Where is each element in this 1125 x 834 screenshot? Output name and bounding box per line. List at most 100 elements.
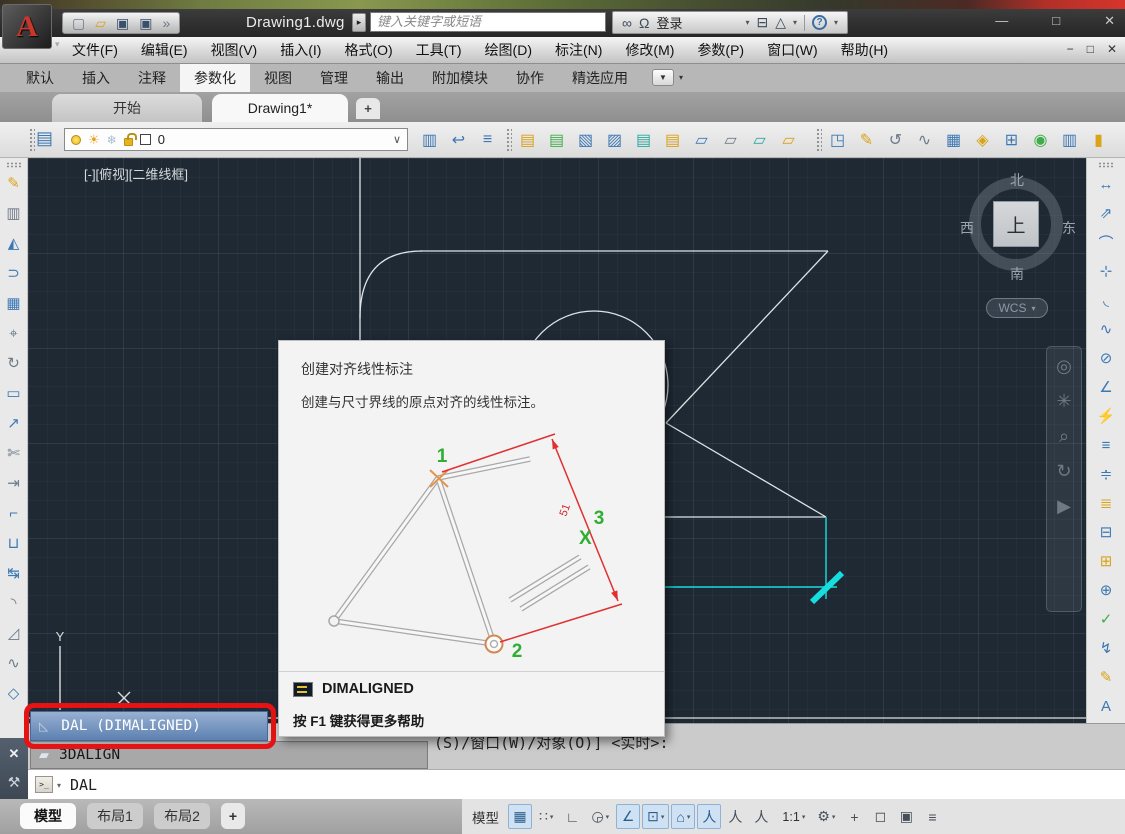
menu-dimension[interactable]: 标注(N) [555, 40, 602, 60]
chevron-down-icon[interactable]: ▾ [55, 39, 60, 50]
annotation-visibility-icon[interactable]: 人 [697, 804, 721, 829]
close-icon[interactable]: ✕ [9, 746, 20, 762]
menu-insert[interactable]: 插入(I) [280, 40, 321, 60]
menu-modify[interactable]: 修改(M) [625, 40, 674, 60]
trim-icon[interactable]: ✄ [2, 441, 26, 465]
doc-close-button[interactable]: ✕ [1107, 42, 1117, 56]
layer-isolate-icon[interactable]: ▤ [514, 126, 541, 153]
stretch-icon[interactable]: ↗ [2, 411, 26, 435]
toolbar-grip[interactable] [816, 128, 822, 152]
showmotion-icon[interactable]: ▶ [1057, 497, 1071, 515]
tab-parametric[interactable]: 参数化 [180, 64, 250, 92]
menu-view[interactable]: 视图(V) [211, 40, 258, 60]
scale-icon[interactable]: ▭ [2, 381, 26, 405]
menu-parametric[interactable]: 参数(P) [697, 40, 744, 60]
wcs-dropdown[interactable]: WCS ▾ [986, 298, 1048, 318]
edit-polyline-icon[interactable]: ✎ [853, 126, 880, 153]
clean-screen-icon[interactable]: ▣ [894, 804, 918, 829]
full-navigation-wheel-icon[interactable]: ◎ [1056, 357, 1072, 375]
viewcube-west[interactable]: 西 [960, 218, 974, 238]
viewcube-south[interactable]: 南 [952, 264, 1082, 284]
doc-restore-button[interactable]: □ [1087, 42, 1094, 56]
doc-minimize-button[interactable]: − [1067, 42, 1074, 56]
copy-objects-new-layer-icon[interactable]: ▱ [775, 126, 802, 153]
polar-tracking-icon[interactable]: ◶▾ [586, 804, 614, 829]
new-layout-button[interactable]: + [221, 803, 245, 829]
viewcube-east[interactable]: 东 [1062, 218, 1076, 238]
viewcube[interactable]: 北 南 西 东 上 [952, 164, 1082, 296]
edit-spline-icon[interactable]: ∿ [911, 126, 938, 153]
model-space-label[interactable]: 模型 [472, 807, 499, 827]
open-folder-icon[interactable]: ▱ [95, 15, 106, 32]
extend-icon[interactable]: ⇥ [2, 471, 26, 495]
tab-layout2[interactable]: 布局2 [154, 803, 210, 829]
tab-addins[interactable]: 附加模块 [418, 64, 502, 92]
dim-edit-icon[interactable]: ✎ [1091, 664, 1121, 690]
dim-ordinate-icon[interactable]: ⊹ [1091, 258, 1121, 284]
spline-icon[interactable]: ∿ [2, 651, 26, 675]
dim-text-edit-icon[interactable]: A [1091, 693, 1121, 719]
more-commands-icon[interactable]: » [162, 15, 170, 31]
toolbar-grip[interactable] [1098, 162, 1114, 168]
search-input[interactable]: 键入关键字或短语 [370, 12, 606, 32]
customize-plus-icon[interactable]: + [842, 804, 866, 829]
join-icon[interactable]: ↹ [2, 561, 26, 585]
object-snap-tracking-icon[interactable]: ⊡▾ [642, 804, 669, 829]
menu-tools[interactable]: 工具(T) [416, 40, 462, 60]
toolbar-grip[interactable] [6, 162, 22, 168]
add-annotation-scales-icon[interactable]: 人 [723, 804, 747, 829]
toolbar-grip[interactable] [506, 128, 512, 152]
erase-icon[interactable]: ✎ [2, 171, 26, 195]
chevron-down-icon[interactable]: ▾ [679, 73, 683, 82]
dim-jogged-icon[interactable]: ∿ [1091, 316, 1121, 342]
search-icon[interactable]: ∞ [622, 15, 632, 31]
tab-annotate[interactable]: 注释 [124, 64, 180, 92]
new-file-icon[interactable]: ▢ [72, 15, 85, 32]
layer-unisolate-icon[interactable]: ▤ [543, 126, 570, 153]
block-attribute-manager-icon[interactable]: ⊞ [998, 126, 1025, 153]
application-menu-button[interactable]: A [2, 4, 52, 49]
dim-jog-line-icon[interactable]: ↯ [1091, 635, 1121, 661]
dim-inspect-icon[interactable]: ✓ [1091, 606, 1121, 632]
store-cart-icon[interactable]: ⊟ [756, 14, 768, 31]
dim-aligned-icon[interactable]: ⇗ [1091, 200, 1121, 226]
menu-draw[interactable]: 绘图(D) [485, 40, 532, 60]
dim-space-icon[interactable]: ≣ [1091, 490, 1121, 516]
annotation-scale-icon[interactable]: 人 [749, 804, 773, 829]
save-as-icon[interactable]: ▣ [139, 15, 152, 32]
dim-arc-length-icon[interactable]: ⌒ [1091, 229, 1121, 255]
move-icon[interactable]: ⌖ [2, 321, 26, 345]
edit-attribute-icon[interactable]: ◈ [969, 126, 996, 153]
menu-edit[interactable]: 编辑(E) [141, 40, 188, 60]
user-icon[interactable]: Ω [639, 15, 649, 31]
tolerance-icon[interactable]: ⊞ [1091, 548, 1121, 574]
offset-icon[interactable]: ⊃ [2, 261, 26, 285]
chevron-down-icon[interactable]: ▾ [834, 18, 838, 27]
workspace-switching-icon[interactable]: ⚙▾ [812, 804, 840, 829]
orbit-icon[interactable]: ↻ [1056, 462, 1071, 480]
annotation-scale-value[interactable]: 1:1▾ [775, 804, 810, 829]
dim-linear-icon[interactable]: ↔ [1091, 171, 1121, 197]
tab-manage[interactable]: 管理 [306, 64, 362, 92]
rotate-icon[interactable]: ↻ [2, 351, 26, 375]
snap-mode-icon[interactable]: ∷▾ [534, 804, 558, 829]
layer-lock-icon[interactable]: ▤ [630, 126, 657, 153]
menu-format[interactable]: 格式(O) [344, 40, 392, 60]
command-prompt-icon[interactable]: >_ [35, 776, 53, 793]
layer-freeze-icon[interactable]: ▧ [572, 126, 599, 153]
tab-view[interactable]: 视图 [250, 64, 306, 92]
menu-window[interactable]: 窗口(W) [767, 40, 818, 60]
sync-attributes-icon[interactable]: ◉ [1027, 126, 1054, 153]
grid-display-icon[interactable]: ▦ [508, 804, 532, 829]
command-input-value[interactable]: DAL [70, 776, 97, 794]
customization-menu-icon[interactable]: ≡ [920, 804, 944, 829]
viewcube-north[interactable]: 北 [952, 170, 1082, 190]
chamfer-icon[interactable]: ◿ [2, 621, 26, 645]
pan-icon[interactable]: ✳ [1056, 392, 1071, 410]
tab-output[interactable]: 输出 [362, 64, 418, 92]
menu-help[interactable]: 帮助(H) [841, 40, 888, 60]
close-button[interactable]: ✕ [1104, 13, 1115, 29]
viewcube-top-face[interactable]: 上 [993, 201, 1039, 247]
object-snap-icon[interactable]: ⌂▾ [671, 804, 695, 829]
wrench-icon[interactable]: ⚒ [8, 774, 21, 791]
